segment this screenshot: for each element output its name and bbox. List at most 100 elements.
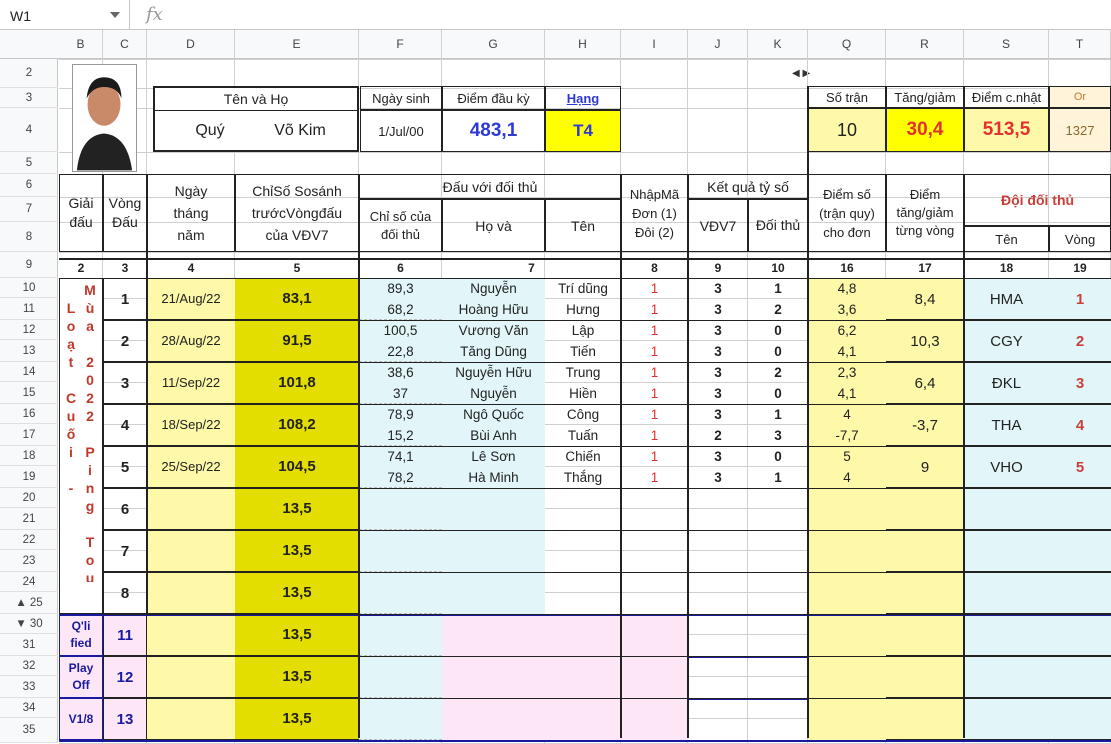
team-bg [964,530,1049,572]
row-header-12[interactable]: 12 [0,320,58,340]
column-header-T[interactable]: T [1049,30,1111,59]
round-date: 28/Aug/22 [147,320,235,362]
opp-surname: Nguyễn Hữu [455,365,532,380]
row-header-16[interactable]: 16 [0,404,58,424]
round-number: 11 [103,614,147,656]
row-header-24[interactable]: 24 [0,572,58,592]
row-header-8[interactable]: 8 [0,222,58,252]
col-number-18: 18 [999,261,1014,275]
or-value: 1327 [1049,108,1111,152]
match-code: 1 [650,323,659,338]
opp-index-bg [359,698,442,740]
match-code: 1 [650,302,659,317]
row-header-22[interactable]: 22 [0,530,58,550]
opp-surname: Ngô Quốc [463,407,524,422]
opp-index: 68,2 [387,302,414,317]
round-index: 13,5 [235,614,359,656]
team-round-bg [1049,572,1111,614]
row-header-32[interactable]: 32 [0,656,58,676]
header-result: Kết quả tỷ số [688,174,808,199]
column-header-G[interactable]: G [442,30,545,59]
round-number: 2 [103,320,147,362]
row-header-6[interactable]: 6 [0,174,58,197]
opp-score: 3 [774,428,782,443]
dob-value: 1/Jul/00 [360,110,442,152]
opp-score: 2 [774,302,782,317]
row-header-33[interactable]: 33 [0,676,58,698]
opp-surname-bg [442,572,545,614]
row-header-10[interactable]: 10 [0,278,58,298]
column-header-J[interactable]: J [688,30,748,59]
player-score: 3 [714,470,722,485]
team-bg [964,698,1049,740]
row-header-9[interactable]: 9 [0,252,58,278]
team-bg [964,572,1049,614]
round-index: 13,5 [235,572,359,614]
opp-index-bg [359,488,442,530]
round-date: 11/Sep/22 [147,362,235,404]
code-bg [621,530,688,572]
row-header-11[interactable]: 11 [0,298,58,320]
opp-name: Chiến [565,449,601,464]
profile-photo [72,64,137,172]
row-header-18[interactable]: 18 [0,446,58,466]
row-header-5[interactable]: 5 [0,152,58,174]
column-header-H[interactable]: H [545,30,621,59]
row-header-19[interactable]: 19 [0,466,58,488]
row-header-13[interactable]: 13 [0,340,58,362]
row-header-21[interactable]: 21 [0,508,58,530]
row-header-14[interactable]: 14 [0,362,58,382]
row-header-15[interactable]: 15 [0,382,58,404]
row-header-7[interactable]: 7 [0,197,58,222]
column-header-F[interactable]: F [359,30,442,59]
opp-name: Hưng [566,302,600,317]
row-header-3[interactable]: 3 [0,88,58,108]
name-box-dropdown-icon[interactable] [110,12,120,18]
opp-surname: Bùi Anh [470,428,517,443]
column-header-Q[interactable]: Q [808,30,886,59]
round-date [147,614,235,656]
row-header-30[interactable]: ▼ 30 [0,614,58,634]
column-header-I[interactable]: I [621,30,688,59]
header-tournament: Giải đấu [59,174,103,252]
header-code: NhậpMã Đơn (1) Đôi (2) [621,174,688,252]
player-score: 3 [714,407,722,422]
column-header-D[interactable]: D [147,30,235,59]
header-round: Vòng Đấu [103,174,147,252]
match-points: 4,8 [837,281,857,296]
column-header-B[interactable]: B [59,30,103,59]
column-header-K[interactable]: K [748,30,808,59]
header-opp-score: Đối thủ [748,199,808,252]
opp-score: 0 [774,449,782,464]
round-index: 101,8 [235,362,359,404]
column-header-C[interactable]: C [103,30,147,59]
column-header-S[interactable]: S [964,30,1049,59]
delta-bg [886,572,964,614]
match-code: 1 [650,470,659,485]
row-header-2[interactable]: 2 [0,59,58,88]
row-header-25[interactable]: ▲ 25 [0,592,58,614]
col-number-4: 4 [187,261,195,275]
team-round-bg [1049,488,1111,530]
column-header-E[interactable]: E [235,30,359,59]
row-header-17[interactable]: 17 [0,424,58,446]
team-round-bg [1049,656,1111,698]
points-bg [808,656,886,698]
opp-name-bg [545,488,621,530]
row-header-23[interactable]: 23 [0,550,58,572]
col-number-6: 6 [397,261,404,275]
round-number: 8 [103,572,147,614]
row-header-31[interactable]: 31 [0,634,58,656]
row-header-20[interactable]: 20 [0,488,58,508]
column-header-R[interactable]: R [886,30,964,59]
row-header-4[interactable]: 4 [0,108,58,152]
delta-label: Tăng/giảm [886,86,964,108]
row-header-34[interactable]: 34 [0,698,58,718]
match-code: 1 [650,407,659,422]
tournament-series-text: Loạt Cuối - [63,300,79,498]
round-date [147,530,235,572]
row-header-35[interactable]: 35 [0,718,58,743]
header-opp-name: Tên [545,199,621,252]
spreadsheet-grid[interactable]: Tên và Họ Quý Võ Kim Ngày sinh 1/Jul/00 Điểm … [59,59,1111,744]
opp-index: 78,9 [387,407,414,422]
